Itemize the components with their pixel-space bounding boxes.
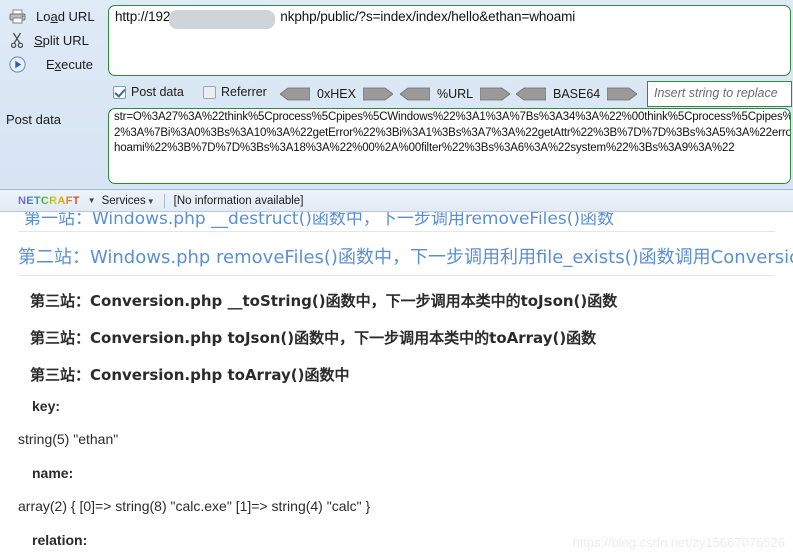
decode-hex-button[interactable] [279,87,311,101]
referrer-checkbox[interactable]: Referrer [203,85,267,99]
redaction-overlay [169,10,275,29]
load-url-label: Load URL [36,8,95,24]
divider [18,275,775,276]
encoder-group-base64: BASE64 [515,83,638,105]
encoder-label-url: %URL [437,87,474,101]
netcraft-info-text: [No information available] [173,194,304,207]
encode-url-button[interactable] [479,87,511,101]
netcraft-toolbar: NETCRAFT ▼ Services▼ [No information ava… [0,190,793,212]
toolbar-divider [163,193,165,208]
decode-base64-button[interactable] [515,87,547,101]
replace-string-placeholder: Insert string to replace [654,86,778,100]
url-suffix: nkphp/public/?s=index/index/hello&ethan=… [280,9,576,24]
execute-button[interactable]: Execute [0,52,110,76]
split-url-label: Split URL [34,32,89,48]
chevron-down-icon: ▼ [146,196,155,206]
chevron-down-icon[interactable]: ▼ [88,196,96,205]
encode-hex-button[interactable] [362,87,394,101]
post-data-checkbox[interactable]: Post data [113,85,184,99]
post-data-label: Post data [6,112,61,127]
netcraft-services-menu[interactable]: Services▼ [102,195,155,207]
split-url-button[interactable]: Split URL [0,28,110,52]
replace-string-input[interactable]: Insert string to replace [647,81,792,107]
heading-station-three-tojson: 第三站：Conversion.php toJson()函数中，下一步调用本类中的… [30,329,597,347]
hackbar-toolbar: Post data Referrer 0xHEX %URL BASE64 Ins… [108,81,792,109]
checkbox-checked-icon [113,85,126,99]
hackbar-panel: Load URL Split URL Execute http://192 nk… [0,0,793,190]
hackbar-action-list: Load URL Split URL Execute [0,4,110,76]
post-data-textarea[interactable]: str=O%3A27%3A%22think%5Cprocess%5Cpipes%… [108,108,791,184]
encoder-label-hex: 0xHEX [317,87,356,101]
dump-value-name: array(2) { [0]=> string(8) "calc.exe" [1… [18,498,371,514]
encoder-group-hex: 0xHEX [279,83,394,105]
netcraft-logo: NETCRAFT [18,194,80,207]
execute-label: Execute [46,56,93,72]
url-input[interactable]: http://192 nkphp/public/?s=index/index/he… [108,5,791,76]
post-data-text: str=O%3A27%3A%22think%5Cprocess%5Cpipes%… [114,111,791,154]
heading-station-three-tostring: 第三站：Conversion.php __toString()函数中，下一步调用… [30,292,618,310]
heading-station-two: 第二站：Windows.php removeFiles()函数中，下一步调用利用… [18,247,793,268]
heading-station-three-toarray: 第三站：Conversion.php toArray()函数中 [30,366,350,384]
dump-key-relation: relation: [32,532,88,548]
dump-key-key: key: [32,398,61,414]
dump-value-key: string(5) "ethan" [18,431,119,447]
divider [18,231,775,232]
netcraft-services-label: Services [101,194,146,207]
post-data-checkbox-label: Post data [131,85,184,99]
printer-icon [6,6,28,26]
decode-url-button[interactable] [399,87,431,101]
dump-key-name: name: [32,465,74,481]
encoder-label-base64: BASE64 [553,87,601,101]
referrer-checkbox-label: Referrer [221,85,267,99]
encoder-group-url: %URL [399,83,511,105]
page-content: 第一站：Windows.php __destruct()函数中，下一步调用rem… [0,197,793,553]
watermark-text: https://blog.csdn.net/zy15667076526 [572,535,786,550]
url-prefix: http://192 [115,9,171,24]
encode-base64-button[interactable] [606,87,638,101]
load-url-button[interactable]: Load URL [0,4,110,28]
checkbox-unchecked-icon [203,85,216,99]
scissors-icon [6,30,28,50]
play-icon [6,54,28,74]
